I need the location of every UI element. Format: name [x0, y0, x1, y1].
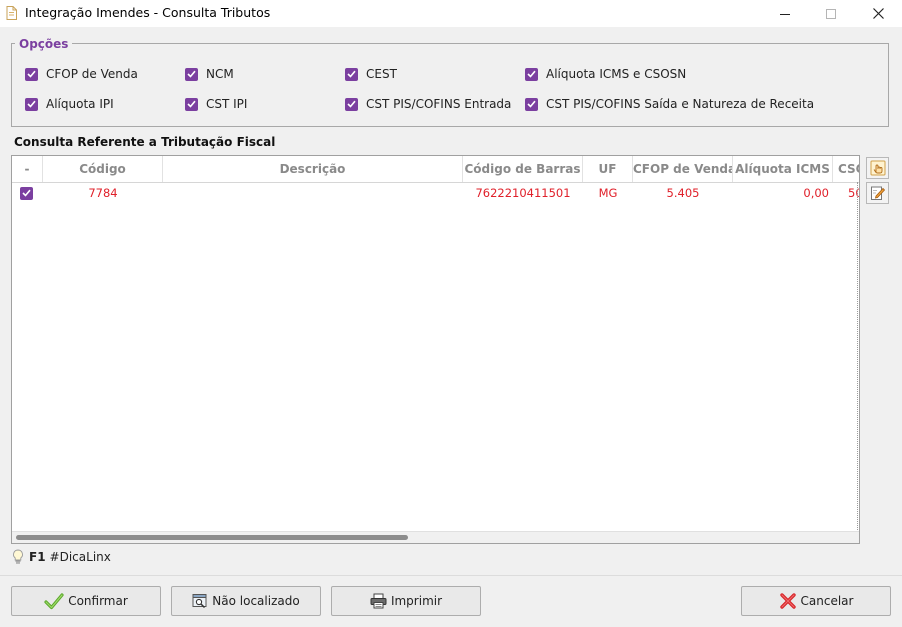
- options-group: [11, 43, 889, 127]
- column-header-cso[interactable]: CSO: [833, 156, 859, 182]
- checkbox-checked-icon[interactable]: [185, 67, 198, 81]
- checkbox-checked-icon[interactable]: [25, 67, 38, 81]
- option-cest[interactable]: CEST: [345, 66, 397, 82]
- confirm-button-label: Confirmar: [68, 594, 128, 608]
- select-record-button[interactable]: [866, 157, 889, 179]
- option-cst-pis-cofins-entrada[interactable]: CST PIS/COFINS Entrada: [345, 96, 511, 112]
- option-label: CST PIS/COFINS Entrada: [366, 97, 512, 111]
- column-header-codigo-barras[interactable]: Código de Barras: [463, 156, 583, 182]
- checkbox-checked-icon[interactable]: [345, 67, 358, 81]
- not-found-button[interactable]: Não localizado: [171, 586, 321, 616]
- option-aliquota-icms-csosn[interactable]: Alíquota ICMS e CSOSN: [525, 66, 686, 82]
- option-aliquota-ipi[interactable]: Alíquota IPI: [25, 96, 114, 112]
- checkbox-checked-icon[interactable]: [25, 97, 38, 111]
- cell-cso: 50: [848, 186, 859, 200]
- confirm-button[interactable]: Confirmar: [11, 586, 161, 616]
- lightbulb-icon: [13, 549, 23, 564]
- option-label: CST PIS/COFINS Saída e Natureza de Recei…: [546, 97, 815, 111]
- option-label: CFOP de Venda: [46, 67, 138, 81]
- option-cst-pis-cofins-saida[interactable]: CST PIS/COFINS Saída e Natureza de Recei…: [525, 96, 814, 112]
- column-header-codigo[interactable]: Código: [43, 156, 163, 182]
- tip-text[interactable]: #DicaLinx: [50, 550, 111, 564]
- print-button-label: Imprimir: [390, 594, 443, 608]
- x-icon: [779, 593, 796, 609]
- option-cfop-de-venda[interactable]: CFOP de Venda: [25, 66, 138, 82]
- minimize-button[interactable]: [762, 0, 808, 27]
- column-header-cfop[interactable]: CFOP de Venda: [633, 156, 733, 182]
- maximize-icon: [826, 8, 836, 19]
- horizontal-scrollbar[interactable]: [12, 531, 859, 543]
- checkbox-checked-icon[interactable]: [20, 186, 33, 200]
- footer-divider: [0, 575, 902, 576]
- option-label: CST IPI: [206, 97, 248, 111]
- printer-icon: [370, 593, 387, 609]
- option-label: NCM: [206, 67, 234, 81]
- results-grid[interactable]: - Código Descrição Código de Barras UF C…: [11, 155, 860, 544]
- edit-record-button[interactable]: [866, 182, 889, 204]
- grid-header: - Código Descrição Código de Barras UF C…: [12, 156, 859, 183]
- column-header-aliquota-icms[interactable]: Alíquota ICMS: [733, 156, 833, 182]
- print-button[interactable]: Imprimir: [331, 586, 481, 616]
- close-button[interactable]: [855, 0, 901, 27]
- option-cst-ipi[interactable]: CST IPI: [185, 96, 247, 112]
- window-title: Integração Imendes - Consulta Tributos: [25, 5, 271, 20]
- checkbox-checked-icon[interactable]: [185, 97, 198, 111]
- column-header-select[interactable]: -: [12, 156, 43, 182]
- checkbox-checked-icon[interactable]: [525, 97, 538, 111]
- option-label: CEST: [366, 67, 397, 81]
- option-label: Alíquota ICMS e CSOSN: [546, 67, 687, 81]
- scrollbar-thumb[interactable]: [16, 535, 408, 540]
- cancel-button[interactable]: Cancelar: [741, 586, 891, 616]
- cancel-button-label: Cancelar: [800, 594, 854, 608]
- checkbox-checked-icon[interactable]: [345, 97, 358, 111]
- tip-bar: F1 #DicaLinx: [12, 549, 111, 565]
- check-icon: [44, 593, 64, 610]
- tip-key: F1: [29, 550, 46, 564]
- maximize-button[interactable]: [808, 0, 854, 27]
- cell-codigo-barras: 7622210411501: [475, 186, 571, 200]
- option-label: Alíquota IPI: [46, 97, 114, 111]
- checkbox-checked-icon[interactable]: [525, 67, 538, 81]
- cell-cfop: 5.405: [666, 186, 700, 200]
- table-row[interactable]: 7784 7622210411501 MG 5.405 0,00 50: [12, 182, 859, 204]
- minimize-icon: [780, 13, 790, 15]
- close-icon: [872, 8, 884, 19]
- cell-uf: MG: [598, 186, 618, 200]
- grid-title: Consulta Referente a Tributação Fiscal: [14, 135, 276, 149]
- cell-codigo: 7784: [88, 186, 118, 200]
- option-ncm[interactable]: NCM: [185, 66, 234, 82]
- cell-descricao: [163, 182, 463, 204]
- edit-icon: [870, 186, 885, 200]
- search-box-icon: [192, 594, 207, 609]
- grid-divider: [857, 182, 858, 534]
- not-found-button-label: Não localizado: [212, 594, 300, 608]
- column-header-uf[interactable]: UF: [583, 156, 633, 182]
- document-icon: [6, 6, 17, 20]
- options-legend: Opções: [15, 37, 73, 51]
- hand-pointer-icon: [870, 160, 885, 176]
- column-header-descricao[interactable]: Descrição: [163, 156, 463, 182]
- cell-aliquota-icms: 0,00: [803, 186, 829, 200]
- title-bar: Integração Imendes - Consulta Tributos: [0, 0, 902, 27]
- row-select-cell[interactable]: [20, 182, 36, 204]
